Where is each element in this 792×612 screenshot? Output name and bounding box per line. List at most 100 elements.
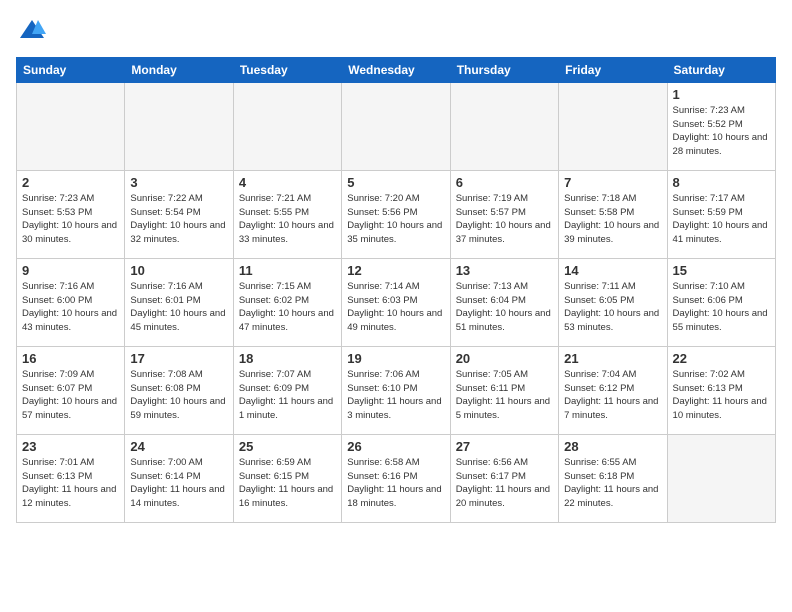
calendar-cell: 11 Sunrise: 7:15 AM Sunset: 6:02 PM Dayli…: [233, 258, 341, 346]
calendar-cell: 19 Sunrise: 7:06 AM Sunset: 6:10 PM Dayli…: [342, 346, 450, 434]
calendar-cell: 14 Sunrise: 7:11 AM Sunset: 6:05 PM Dayli…: [559, 258, 667, 346]
day-number: 23: [22, 439, 119, 454]
day-number: 5: [347, 175, 444, 190]
day-info: Sunrise: 7:18 AM Sunset: 5:58 PM Dayligh…: [564, 192, 661, 247]
calendar-cell: 10 Sunrise: 7:16 AM Sunset: 6:01 PM Dayli…: [125, 258, 233, 346]
day-info: Sunrise: 7:20 AM Sunset: 5:56 PM Dayligh…: [347, 192, 444, 247]
calendar-cell: 9 Sunrise: 7:16 AM Sunset: 6:00 PM Daylig…: [17, 258, 125, 346]
day-info: Sunrise: 7:23 AM Sunset: 5:52 PM Dayligh…: [673, 104, 770, 159]
calendar-cell: 23 Sunrise: 7:01 AM Sunset: 6:13 PM Dayli…: [17, 434, 125, 522]
weekday-header: Saturday: [667, 57, 775, 82]
calendar-cell: 2 Sunrise: 7:23 AM Sunset: 5:53 PM Daylig…: [17, 170, 125, 258]
day-number: 24: [130, 439, 227, 454]
day-number: 26: [347, 439, 444, 454]
day-info: Sunrise: 7:02 AM Sunset: 6:13 PM Dayligh…: [673, 368, 770, 423]
day-info: Sunrise: 7:14 AM Sunset: 6:03 PM Dayligh…: [347, 280, 444, 335]
day-number: 28: [564, 439, 661, 454]
day-info: Sunrise: 7:19 AM Sunset: 5:57 PM Dayligh…: [456, 192, 553, 247]
day-info: Sunrise: 7:09 AM Sunset: 6:07 PM Dayligh…: [22, 368, 119, 423]
weekday-header: Tuesday: [233, 57, 341, 82]
calendar-cell: 15 Sunrise: 7:10 AM Sunset: 6:06 PM Dayli…: [667, 258, 775, 346]
weekday-header: Thursday: [450, 57, 558, 82]
logo-icon: [18, 16, 46, 44]
calendar-cell: 25 Sunrise: 6:59 AM Sunset: 6:15 PM Dayli…: [233, 434, 341, 522]
day-number: 13: [456, 263, 553, 278]
day-number: 11: [239, 263, 336, 278]
day-info: Sunrise: 7:15 AM Sunset: 6:02 PM Dayligh…: [239, 280, 336, 335]
calendar-cell: [233, 82, 341, 170]
weekday-header: Friday: [559, 57, 667, 82]
day-number: 17: [130, 351, 227, 366]
day-info: Sunrise: 7:21 AM Sunset: 5:55 PM Dayligh…: [239, 192, 336, 247]
day-info: Sunrise: 7:05 AM Sunset: 6:11 PM Dayligh…: [456, 368, 553, 423]
day-info: Sunrise: 6:55 AM Sunset: 6:18 PM Dayligh…: [564, 456, 661, 511]
day-info: Sunrise: 7:16 AM Sunset: 6:00 PM Dayligh…: [22, 280, 119, 335]
calendar-cell: 13 Sunrise: 7:13 AM Sunset: 6:04 PM Dayli…: [450, 258, 558, 346]
calendar-week-row: 23 Sunrise: 7:01 AM Sunset: 6:13 PM Dayli…: [17, 434, 776, 522]
calendar-cell: 24 Sunrise: 7:00 AM Sunset: 6:14 PM Dayli…: [125, 434, 233, 522]
day-info: Sunrise: 7:23 AM Sunset: 5:53 PM Dayligh…: [22, 192, 119, 247]
calendar-week-row: 1 Sunrise: 7:23 AM Sunset: 5:52 PM Daylig…: [17, 82, 776, 170]
calendar-cell: 17 Sunrise: 7:08 AM Sunset: 6:08 PM Dayli…: [125, 346, 233, 434]
calendar-cell: [342, 82, 450, 170]
day-number: 12: [347, 263, 444, 278]
calendar-cell: 28 Sunrise: 6:55 AM Sunset: 6:18 PM Dayli…: [559, 434, 667, 522]
calendar-cell: 1 Sunrise: 7:23 AM Sunset: 5:52 PM Daylig…: [667, 82, 775, 170]
day-info: Sunrise: 7:11 AM Sunset: 6:05 PM Dayligh…: [564, 280, 661, 335]
calendar-cell: [559, 82, 667, 170]
weekday-header: Sunday: [17, 57, 125, 82]
day-number: 8: [673, 175, 770, 190]
day-number: 19: [347, 351, 444, 366]
day-number: 16: [22, 351, 119, 366]
calendar-week-row: 16 Sunrise: 7:09 AM Sunset: 6:07 PM Dayli…: [17, 346, 776, 434]
day-number: 15: [673, 263, 770, 278]
calendar-cell: 16 Sunrise: 7:09 AM Sunset: 6:07 PM Dayli…: [17, 346, 125, 434]
day-info: Sunrise: 7:10 AM Sunset: 6:06 PM Dayligh…: [673, 280, 770, 335]
page-header: [16, 16, 776, 49]
day-number: 7: [564, 175, 661, 190]
day-info: Sunrise: 6:59 AM Sunset: 6:15 PM Dayligh…: [239, 456, 336, 511]
day-info: Sunrise: 7:22 AM Sunset: 5:54 PM Dayligh…: [130, 192, 227, 247]
calendar-cell: 21Sunrise: 7:04 AM Sunset: 6:12 PM Dayli…: [559, 346, 667, 434]
calendar-cell: [17, 82, 125, 170]
day-info: Sunrise: 7:13 AM Sunset: 6:04 PM Dayligh…: [456, 280, 553, 335]
calendar-cell: 7 Sunrise: 7:18 AM Sunset: 5:58 PM Daylig…: [559, 170, 667, 258]
day-number: 25: [239, 439, 336, 454]
day-info: Sunrise: 6:56 AM Sunset: 6:17 PM Dayligh…: [456, 456, 553, 511]
day-number: 2: [22, 175, 119, 190]
logo: [16, 16, 46, 49]
weekday-header-row: SundayMondayTuesdayWednesdayThursdayFrid…: [17, 57, 776, 82]
calendar-cell: 12 Sunrise: 7:14 AM Sunset: 6:03 PM Dayli…: [342, 258, 450, 346]
calendar-cell: 22 Sunrise: 7:02 AM Sunset: 6:13 PM Dayli…: [667, 346, 775, 434]
calendar-cell: [667, 434, 775, 522]
day-info: Sunrise: 6:58 AM Sunset: 6:16 PM Dayligh…: [347, 456, 444, 511]
day-number: 22: [673, 351, 770, 366]
calendar-cell: 3 Sunrise: 7:22 AM Sunset: 5:54 PM Daylig…: [125, 170, 233, 258]
calendar-cell: 20 Sunrise: 7:05 AM Sunset: 6:11 PM Dayli…: [450, 346, 558, 434]
day-info: Sunrise: 7:17 AM Sunset: 5:59 PM Dayligh…: [673, 192, 770, 247]
day-number: 20: [456, 351, 553, 366]
calendar-table: SundayMondayTuesdayWednesdayThursdayFrid…: [16, 57, 776, 523]
day-info: Sunrise: 7:06 AM Sunset: 6:10 PM Dayligh…: [347, 368, 444, 423]
day-number: 3: [130, 175, 227, 190]
calendar-cell: 18Sunrise: 7:07 AM Sunset: 6:09 PM Dayli…: [233, 346, 341, 434]
calendar-cell: [450, 82, 558, 170]
day-number: 10: [130, 263, 227, 278]
day-number: 1: [673, 87, 770, 102]
day-info: Sunrise: 7:08 AM Sunset: 6:08 PM Dayligh…: [130, 368, 227, 423]
day-number: 4: [239, 175, 336, 190]
day-info: Sunrise: 7:01 AM Sunset: 6:13 PM Dayligh…: [22, 456, 119, 511]
day-number: 9: [22, 263, 119, 278]
day-number: 21: [564, 351, 661, 366]
day-info: Sunrise: 7:07 AM Sunset: 6:09 PM Dayligh…: [239, 368, 336, 423]
day-number: 14: [564, 263, 661, 278]
calendar-cell: 26 Sunrise: 6:58 AM Sunset: 6:16 PM Dayli…: [342, 434, 450, 522]
day-number: 6: [456, 175, 553, 190]
weekday-header: Wednesday: [342, 57, 450, 82]
day-info: Sunrise: 7:00 AM Sunset: 6:14 PM Dayligh…: [130, 456, 227, 511]
calendar-cell: 6 Sunrise: 7:19 AM Sunset: 5:57 PM Daylig…: [450, 170, 558, 258]
calendar-week-row: 2 Sunrise: 7:23 AM Sunset: 5:53 PM Daylig…: [17, 170, 776, 258]
day-info: Sunrise: 7:16 AM Sunset: 6:01 PM Dayligh…: [130, 280, 227, 335]
calendar-cell: 8 Sunrise: 7:17 AM Sunset: 5:59 PM Daylig…: [667, 170, 775, 258]
calendar-cell: [125, 82, 233, 170]
